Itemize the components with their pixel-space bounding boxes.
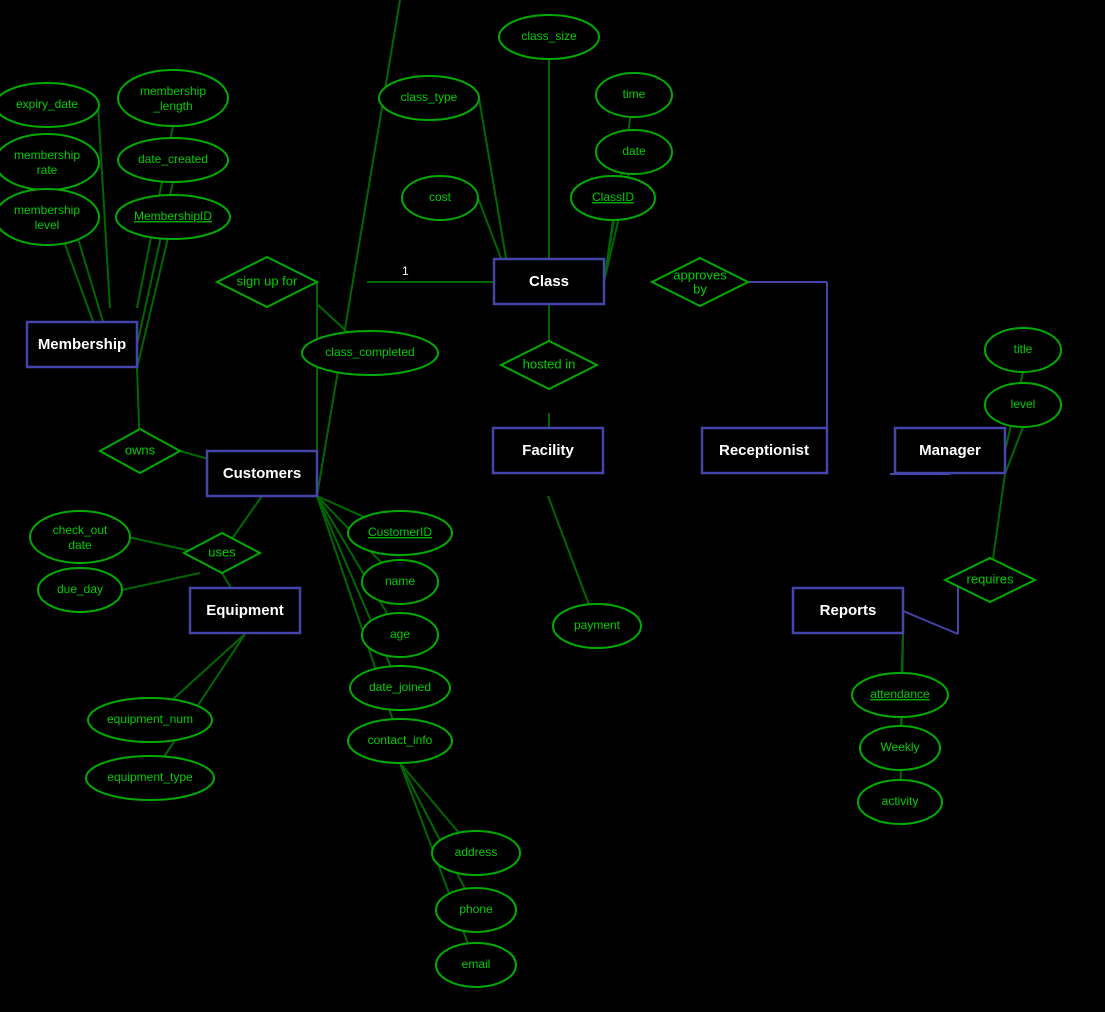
attr-class-id-label: ClassID — [592, 190, 634, 204]
attr-membership-length-label2: _length — [152, 99, 192, 113]
attr-title-label: title — [1014, 342, 1033, 356]
attr-address-label: address — [455, 845, 498, 859]
attr-cost-label: cost — [429, 190, 452, 204]
attr-membership-level-label: membership — [14, 203, 80, 217]
attr-class-size-label: class_size — [521, 29, 577, 43]
attr-level-label: level — [1011, 397, 1036, 411]
entity-class-label: Class — [529, 273, 569, 290]
relation-uses-label: uses — [208, 544, 236, 559]
attr-equipment-num-label: equipment_num — [107, 712, 193, 726]
relation-approves-by-label: approves — [673, 267, 727, 282]
attr-customer-id-label: CustomerID — [368, 525, 432, 539]
relation-sign-up-for-label: sign up for — [237, 273, 298, 288]
entity-receptionist-label: Receptionist — [719, 442, 809, 459]
attr-membership-rate-label: membership — [14, 148, 80, 162]
attr-phone-label: phone — [459, 902, 493, 916]
entity-membership-label: Membership — [38, 336, 126, 353]
attr-date-joined-label: date_joined — [369, 680, 431, 694]
attr-age-label: age — [390, 627, 410, 641]
attr-contact-info-label: contact_info — [368, 733, 433, 747]
attr-email-label: email — [462, 957, 491, 971]
attr-payment-label: payment — [574, 618, 621, 632]
relation-requires-label: requires — [967, 571, 1014, 586]
attr-attendance-label: attendance — [870, 687, 930, 701]
attr-membership-level-label2: level — [35, 218, 60, 232]
entity-equipment-label: Equipment — [206, 602, 284, 619]
relation-owns-label: owns — [125, 442, 156, 457]
relation-approves-by-label2: by — [693, 281, 707, 296]
entity-reports-label: Reports — [820, 602, 877, 619]
entity-manager-label: Manager — [919, 442, 981, 459]
entity-facility-label: Facility — [522, 442, 574, 459]
attr-membership-length-label: membership — [140, 84, 206, 98]
attr-date-label: date — [622, 144, 646, 158]
relation-hosted-in-label: hosted in — [523, 356, 576, 371]
entity-customers-label: Customers — [223, 465, 301, 482]
attr-weekly-label: Weekly — [880, 740, 919, 754]
attr-time-label: time — [623, 87, 646, 101]
attr-class-completed-label: class_completed — [325, 345, 414, 359]
attr-due-day-label: due_day — [57, 582, 103, 596]
attr-equipment-type-label: equipment_type — [107, 770, 193, 784]
attr-name-label: name — [385, 574, 415, 588]
attr-membership-id-label: MembershipID — [134, 209, 212, 223]
attr-check-out-date-label: check_out — [53, 523, 108, 537]
attr-check-out-date-label2: date — [68, 538, 92, 552]
attr-date-created-label: date_created — [138, 152, 208, 166]
attr-activity-label: activity — [882, 794, 919, 808]
er-diagram: Membership Customers Class Facility Rece… — [0, 0, 1105, 1012]
attr-expiry-date-label: expiry_date — [16, 97, 78, 111]
attr-membership-rate-label2: rate — [37, 163, 58, 177]
cardinality-marker: 1 — [402, 264, 409, 278]
attr-class-type-label: class_type — [401, 90, 458, 104]
